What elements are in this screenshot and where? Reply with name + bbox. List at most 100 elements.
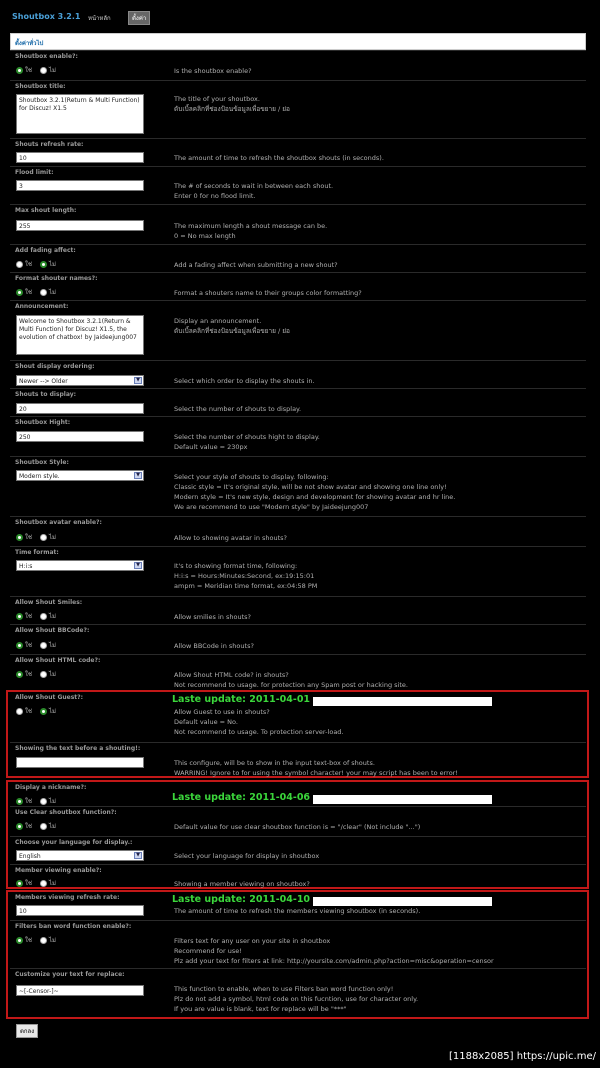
radio-yes[interactable]	[16, 612, 23, 620]
chevron-down-icon: ▼	[134, 562, 142, 569]
time-format-select[interactable]: H:i:s ▼	[16, 560, 144, 571]
setting-ordering: Shout display ordering: Newer --> Older ▼…	[10, 360, 586, 388]
ordering-select[interactable]: Newer --> Older ▼	[16, 375, 144, 386]
chevron-down-icon: ▼	[134, 472, 142, 479]
setting-desc: Allow to showing avatar in shouts?	[174, 534, 287, 542]
setting-format-names: Format shouter names?: ใช่ ไม่ Format a …	[10, 272, 586, 300]
radio-no[interactable]	[39, 936, 47, 944]
maxlen-input[interactable]: 255	[16, 220, 144, 231]
setting-ban-word: Filters ban word function enable?: ใช่ ไ…	[10, 920, 586, 968]
setting-to-display: Shouts to display: 20 Select the number …	[10, 388, 586, 416]
style-select[interactable]: Modern style. ▼	[16, 470, 144, 481]
setting-desc: Display an announcement. ดับเบิ้ลคลิกที่ช…	[174, 317, 290, 335]
app-title: Shoutbox 3.2.1	[12, 12, 81, 21]
radio-no[interactable]	[39, 533, 47, 541]
title-textarea[interactable]: Shoutbox 3.2.1(Return & Multi Function) …	[16, 94, 144, 134]
setting-nickname: Display a nickname?: ใช่ ไม่	[10, 782, 586, 806]
flood-input[interactable]: 3	[16, 180, 144, 191]
radio-no[interactable]	[39, 670, 47, 678]
announcement-textarea[interactable]: Welcome to Shoutbox 3.2.1(Return & Multi…	[16, 315, 144, 355]
radio-no[interactable]	[39, 260, 47, 268]
setting-desc: Allow smilies in shouts?	[174, 613, 251, 621]
setting-desc: Allow BBCode in shouts?	[174, 642, 254, 650]
radio-yes[interactable]	[16, 288, 23, 296]
radio-group: ใช่ ไม่	[16, 669, 62, 679]
top-bar: Shoutbox 3.2.1 หน้าหลัก ตั้งค่า	[12, 11, 592, 26]
setting-desc: This configure, will be to show in the i…	[174, 759, 458, 777]
setting-avatar: Shoutbox avatar enable?: ใช่ ไม่ Allow t…	[10, 516, 586, 546]
refresh-input[interactable]: 10	[16, 152, 144, 163]
setting-member-refresh: Members viewing refresh rate: 10 The amo…	[10, 892, 586, 920]
setting-desc: Filters text for any user on your site i…	[174, 937, 494, 965]
radio-yes[interactable]	[16, 879, 23, 887]
radio-no[interactable]	[39, 707, 47, 715]
setting-label: Shoutbox Hight:	[15, 419, 71, 426]
before-text-input[interactable]	[16, 757, 144, 768]
setting-hight: Shoutbox Hight: 250 Select the number of…	[10, 416, 586, 456]
radio-no[interactable]	[39, 641, 47, 649]
radio-yes[interactable]	[16, 822, 23, 830]
setting-label: Display a nickname?:	[15, 784, 87, 791]
radio-yes[interactable]	[16, 936, 23, 944]
hight-input[interactable]: 250	[16, 431, 144, 442]
settings-tab-button[interactable]: ตั้งค่า	[128, 11, 151, 25]
setting-label: Format shouter names?:	[15, 275, 98, 282]
setting-clear: Use Clear shoutbox function?: ใช่ ไม่ De…	[10, 806, 586, 836]
radio-group: ใช่ ไม่	[16, 611, 62, 621]
radio-no[interactable]	[39, 612, 47, 620]
setting-label: Shoutbox title:	[15, 83, 66, 90]
setting-desc: Showing a member viewing on shoutbox?	[174, 880, 310, 888]
setting-label: Shouts refresh rate:	[15, 141, 84, 148]
radio-yes[interactable]	[16, 66, 23, 74]
radio-yes[interactable]	[16, 707, 23, 715]
setting-desc: The title of your shoutbox. ดับเบิ้ลคลิกท…	[174, 95, 290, 113]
radio-yes[interactable]	[16, 533, 23, 541]
setting-label: Add fading affect:	[15, 247, 76, 254]
radio-no[interactable]	[39, 879, 47, 887]
radio-no[interactable]	[39, 797, 47, 805]
radio-no[interactable]	[39, 288, 47, 296]
setting-label: Filters ban word function enable?:	[15, 923, 132, 930]
panel-title: ตั้งค่าทั่วไป	[15, 40, 44, 47]
setting-label: Shout display ordering:	[15, 363, 95, 370]
radio-group: ใช่ ไม่	[16, 532, 62, 542]
setting-label: Allow Shout BBCode?:	[15, 627, 90, 634]
setting-desc: The maximum length a shout message can b…	[174, 222, 328, 240]
setting-before-text: Showing the text before a shouting!: Thi…	[10, 742, 586, 778]
setting-refresh: Shouts refresh rate: 10 The amount of ti…	[10, 138, 586, 166]
radio-group: ใช่ ไม่	[16, 287, 62, 297]
radio-yes[interactable]	[16, 797, 23, 805]
radio-group: ใช่ ไม่	[16, 259, 62, 269]
submit-button[interactable]: ตกลง	[16, 1024, 39, 1038]
setting-label: Announcement:	[15, 303, 69, 310]
setting-label: Allow Shout Smiles:	[15, 599, 83, 606]
setting-label: Use Clear shoutbox function?:	[15, 809, 117, 816]
watermark: [1188x2085] https://upic.me/	[448, 1051, 596, 1062]
setting-fading: Add fading affect: ใช่ ไม่ Add a fading …	[10, 244, 586, 272]
radio-yes[interactable]	[16, 670, 23, 678]
setting-enable: Shoutbox enable?: ใช่ ไม่ Is the shoutbo…	[10, 50, 586, 80]
setting-member-view: Member viewing enable?: ใช่ ไม่ Showing …	[10, 864, 586, 889]
radio-yes[interactable]	[16, 641, 23, 649]
home-link[interactable]: หน้าหลัก	[88, 13, 111, 23]
setting-label: Showing the text before a shouting!:	[15, 745, 141, 752]
radio-group: ใช่ ไม่	[16, 706, 62, 716]
member-refresh-input[interactable]: 10	[16, 905, 144, 916]
setting-announcement: Announcement: Welcome to Shoutbox 3.2.1(…	[10, 300, 586, 360]
radio-group: ใช่ ไม่	[16, 878, 62, 888]
setting-bbcode: Allow Shout BBCode?: ใช่ ไม่ Allow BBCod…	[10, 624, 586, 654]
language-select[interactable]: English ▼	[16, 850, 144, 861]
setting-label: Shoutbox enable?:	[15, 53, 78, 60]
setting-desc: Select the number of shouts hight to dis…	[174, 433, 320, 451]
setting-desc: Select the number of shouts to display.	[174, 405, 302, 413]
setting-guest: Allow Shout Guest?: ใช่ ไม่ Allow Guest …	[10, 692, 586, 742]
setting-label: Choose your language for display.:	[15, 839, 133, 846]
radio-yes[interactable]	[16, 260, 23, 268]
panel-header: ตั้งค่าทั่วไป	[10, 33, 586, 50]
setting-label: Allow Shout HTML code?:	[15, 657, 101, 664]
replace-input[interactable]: ~[-Censor-]~	[16, 985, 144, 996]
radio-no[interactable]	[39, 822, 47, 830]
setting-maxlen: Max shout length: 255 The maximum length…	[10, 204, 586, 244]
radio-no[interactable]	[39, 66, 47, 74]
to-display-input[interactable]: 20	[16, 403, 144, 414]
